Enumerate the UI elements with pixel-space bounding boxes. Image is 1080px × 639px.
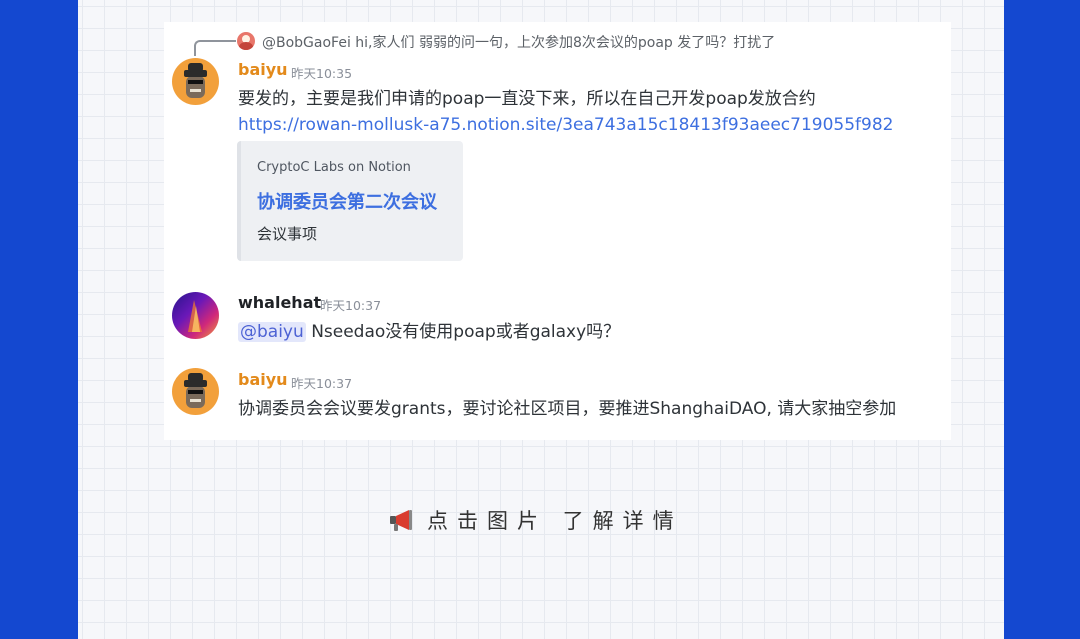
link-embed[interactable]: CryptoC Labs on Notion 协调委员会第二次会议 会议事项	[237, 141, 463, 261]
message-text: 要发的，主要是我们申请的poap一直没下来，所以在自己开发poap发放合约	[238, 89, 816, 109]
cta-text[interactable]: 点击图片 了解详情	[427, 505, 683, 535]
reply-connector	[194, 40, 236, 56]
reply-author[interactable]: @BobGaoFei	[262, 35, 351, 51]
click-for-details[interactable]: 点击图片 了解详情	[387, 506, 683, 534]
timestamp: 昨天10:37	[320, 298, 382, 313]
avatar-baiyu[interactable]	[172, 58, 219, 105]
megaphone-icon	[387, 507, 417, 533]
username[interactable]: baiyu	[238, 370, 288, 389]
timestamp: 昨天10:35	[291, 66, 353, 81]
embed-title[interactable]: 协调委员会第二次会议	[257, 188, 437, 214]
embed-description: 会议事项	[257, 225, 318, 243]
embed-provider: CryptoC Labs on Notion	[257, 160, 411, 175]
reply-text: hi,家人们 弱弱的问一句，上次参加8次会议的poap 发了吗？打扰了	[355, 35, 776, 51]
message-text: 协调委员会会议要发grants，要讨论社区项目，要推进ShanghaiDAO, …	[238, 399, 897, 419]
username[interactable]: baiyu	[238, 60, 288, 79]
reply-avatar	[237, 32, 255, 50]
avatar-whalehat[interactable]	[172, 292, 219, 339]
message-text: Nseedao没有使用poap或者galaxy吗？	[311, 322, 621, 342]
timestamp: 昨天10:37	[291, 376, 353, 391]
message-link[interactable]: https://rowan-mollusk-a75.notion.site/3e…	[238, 115, 893, 135]
reply-preview[interactable]: @BobGaoFei hi,家人们 弱弱的问一句，上次参加8次会议的poap 发…	[262, 32, 775, 52]
username[interactable]: whalehat	[238, 293, 321, 312]
mention-baiyu[interactable]: @baiyu	[238, 322, 306, 342]
message-body: @baiyu Nseedao没有使用poap或者galaxy吗？	[238, 317, 620, 342]
avatar-baiyu[interactable]	[172, 368, 219, 415]
